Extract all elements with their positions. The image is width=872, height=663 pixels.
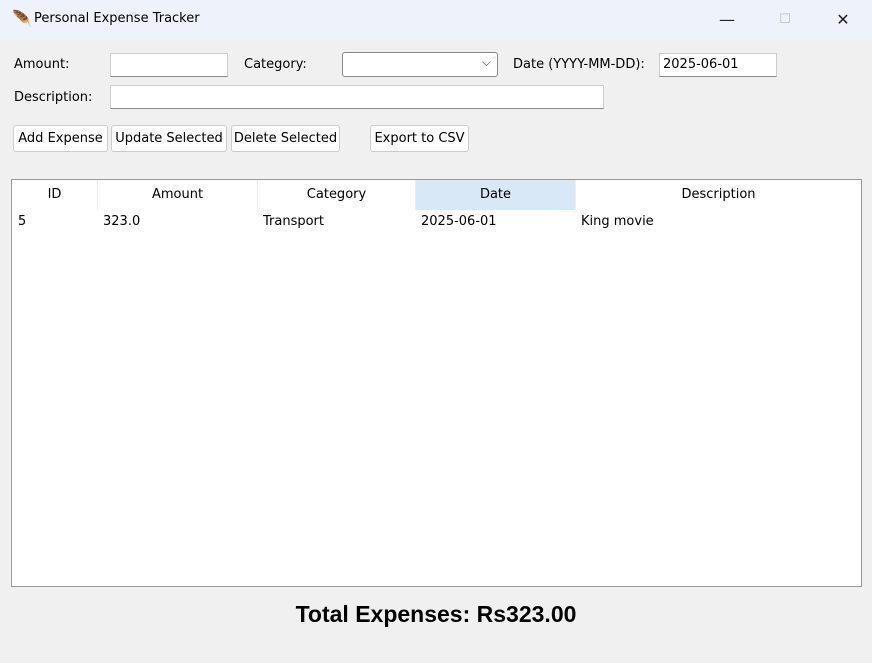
total-expenses: Total Expenses: Rs323.00 (295, 601, 577, 627)
export-csv-button[interactable]: Export to CSV (370, 125, 469, 152)
description-label: Description: (14, 90, 93, 105)
column-header-description[interactable]: Description (576, 180, 861, 210)
cell-date: 2025-06-01 (421, 214, 497, 229)
description-input[interactable] (110, 85, 604, 109)
window-title: Personal Expense Tracker (34, 11, 200, 26)
category-label: Category: (244, 57, 307, 72)
cell-category: Transport (263, 214, 325, 229)
chevron-down-icon: ⌵ (481, 55, 491, 69)
cell-id: 5 (18, 214, 27, 229)
date-input[interactable]: 2025-06-01 (659, 53, 777, 77)
table-row[interactable]: 5 323.0 Transport 2025-06-01 King movie (12, 213, 861, 233)
delete-selected-button[interactable]: Delete Selected (231, 125, 340, 152)
maximize-button[interactable]: ☐ (762, 8, 808, 32)
column-header-date[interactable]: Date (416, 180, 576, 210)
feather-icon: 🪶 (12, 9, 32, 28)
cell-amount: 323.0 (103, 214, 141, 229)
cell-description: King movie (581, 214, 654, 229)
close-button[interactable]: ✕ (820, 8, 866, 32)
update-selected-button[interactable]: Update Selected (111, 125, 227, 152)
category-select[interactable]: ⌵ (342, 52, 498, 77)
column-header-id[interactable]: ID (12, 180, 98, 210)
column-header-category[interactable]: Category (258, 180, 416, 210)
amount-label: Amount: (14, 57, 70, 72)
amount-input[interactable] (110, 53, 228, 77)
date-label: Date (YYYY-MM-DD): (513, 57, 645, 72)
expense-table[interactable]: ID Amount Category Date Description 5 32… (11, 179, 862, 587)
column-header-amount[interactable]: Amount (98, 180, 258, 210)
add-expense-button[interactable]: Add Expense (13, 125, 108, 152)
title-bar: 🪶 Personal Expense Tracker — ☐ ✕ (0, 0, 872, 40)
minimize-button[interactable]: — (704, 8, 750, 32)
